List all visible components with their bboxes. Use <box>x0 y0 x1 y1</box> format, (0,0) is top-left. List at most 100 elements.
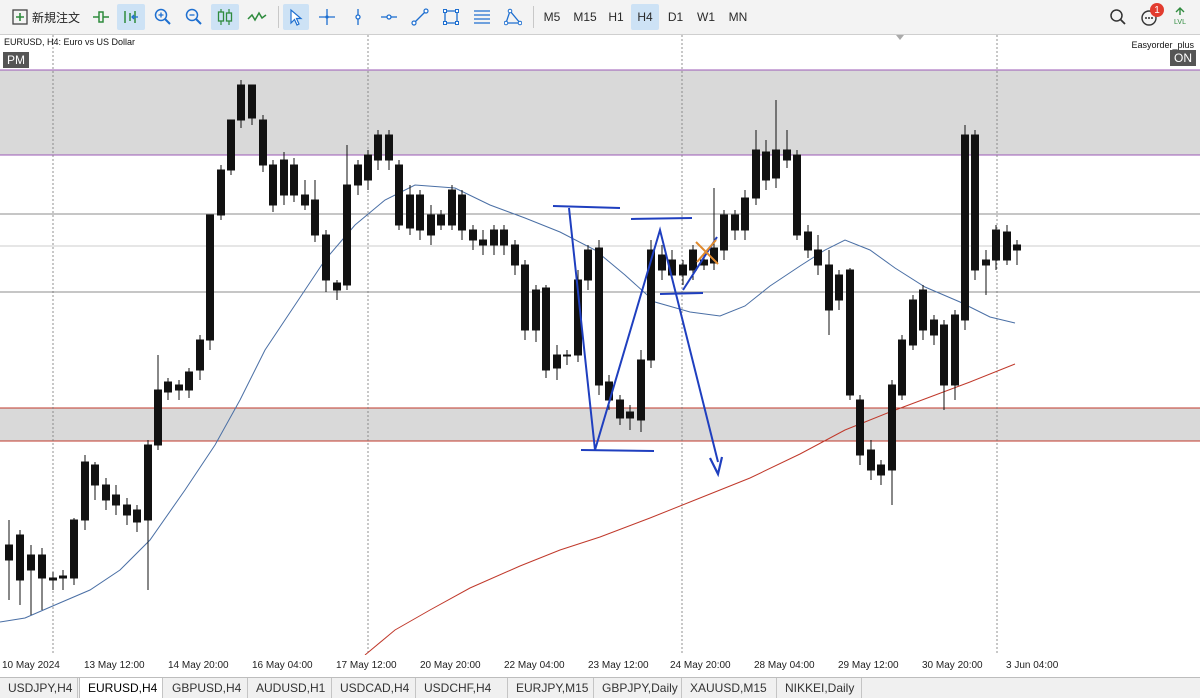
bear-candle <box>783 149 791 161</box>
time-label: 24 May 20:00 <box>670 660 731 671</box>
bear-candle <box>867 449 875 471</box>
bear-candle <box>1003 231 1011 261</box>
bear-candle <box>217 169 225 216</box>
bear-candle <box>532 289 540 331</box>
tab-eurusd-h4[interactable]: EURUSD,H4 <box>79 678 163 698</box>
bear-candle <box>951 314 959 386</box>
depth-of-market-button[interactable] <box>88 4 114 30</box>
bear-candle <box>563 354 571 357</box>
bear-candle <box>59 575 67 579</box>
bear-candle <box>259 119 267 166</box>
candles-button[interactable] <box>211 4 239 30</box>
bear-candle <box>416 194 424 231</box>
bear-candle <box>511 244 519 266</box>
auto-scroll-button[interactable] <box>117 4 145 30</box>
cursor-icon <box>290 8 303 26</box>
vertical-line-icon <box>355 9 361 25</box>
tab-gbpusd-h4[interactable]: GBPUSD,H4 <box>164 678 248 698</box>
bear-candle <box>196 339 204 371</box>
crosshair-button[interactable] <box>314 4 340 30</box>
bear-candle <box>888 384 896 471</box>
lvl-icon: LVL <box>1174 7 1186 26</box>
horizontal-line-button[interactable] <box>376 4 402 30</box>
time-label: 10 May 2024 <box>2 660 60 671</box>
zoom-out-button[interactable] <box>181 4 207 30</box>
bear-candle <box>385 134 393 161</box>
tab-usdcad-h4[interactable]: USDCAD,H4 <box>332 678 416 698</box>
bear-candle <box>469 229 477 241</box>
vertical-line-button[interactable] <box>345 4 371 30</box>
search-button[interactable] <box>1105 4 1131 30</box>
chart-shift-marker <box>896 35 904 40</box>
bear-candle <box>720 214 728 251</box>
bear-candle <box>16 534 24 581</box>
bear-candle <box>164 381 172 393</box>
rectangle-button[interactable] <box>438 4 464 30</box>
trendline-button[interactable] <box>407 4 433 30</box>
bear-candle <box>731 214 739 231</box>
bear-candle <box>971 134 979 271</box>
tab-usdchf-h4[interactable]: USDCHF,H4 <box>416 678 508 698</box>
tab-audusd-h1[interactable]: AUDUSD,H1 <box>248 678 332 698</box>
fibonacci-icon <box>474 10 490 24</box>
bear-candle <box>772 149 780 179</box>
bear-candle <box>961 134 969 321</box>
timeframe-m15[interactable]: M15 <box>569 4 601 30</box>
crosshair-icon <box>319 9 335 25</box>
bear-candle <box>343 184 351 286</box>
symbol-info: EURUSD, H4: Euro vs US Dollar <box>4 37 136 47</box>
bear-candle <box>521 264 529 331</box>
toolbar: 新規注文 M5 M15 H1 H4 D1 W1 MN 1 LVL <box>0 0 1200 35</box>
pm-badge: PM <box>3 52 29 68</box>
bear-candle <box>982 259 990 266</box>
notification-badge: 1 <box>1150 3 1164 17</box>
time-label: 23 May 12:00 <box>588 660 649 671</box>
tab-gbpjpy-daily[interactable]: GBPJPY,Daily <box>594 678 682 698</box>
bear-candle <box>752 149 760 199</box>
bottom-line <box>580 449 655 452</box>
lvl-button[interactable]: LVL <box>1167 4 1193 30</box>
bear-candle <box>877 464 885 476</box>
price-chart[interactable] <box>0 35 1200 655</box>
tab-nikkei-daily[interactable]: NIKKEI,Daily <box>777 678 862 698</box>
new-order-label: 新規注文 <box>32 10 81 25</box>
bear-candle <box>804 231 812 251</box>
timeframe-d1[interactable]: D1 <box>662 4 689 30</box>
bear-candle <box>814 249 822 266</box>
bear-candle <box>793 154 801 236</box>
time-label: 30 May 20:00 <box>922 660 983 671</box>
bear-candle <box>992 229 1000 261</box>
shapes-button[interactable] <box>500 4 526 30</box>
tab-usdjpy-h4[interactable]: USDJPY,H4 <box>0 678 78 698</box>
bear-candle <box>301 194 309 206</box>
tab-xauusd-m15[interactable]: XAUUSD,M15 <box>682 678 777 698</box>
bear-candle <box>5 544 13 561</box>
timeframe-h1[interactable]: H1 <box>603 4 629 30</box>
bear-candle <box>185 371 193 391</box>
bear-candle <box>91 464 99 486</box>
new-order-button[interactable]: 新規注文 <box>8 4 84 30</box>
bear-candle <box>248 84 256 119</box>
cursor-tool-button[interactable] <box>283 4 309 30</box>
time-label: 28 May 04:00 <box>754 660 815 671</box>
time-label: 14 May 20:00 <box>168 660 229 671</box>
line-chart-button[interactable] <box>244 4 270 30</box>
bear-candle <box>133 509 141 523</box>
time-label: 20 May 20:00 <box>420 660 481 671</box>
zoom-in-icon <box>154 8 171 25</box>
tab-eurjpy-m15[interactable]: EURJPY,M15 <box>508 678 594 698</box>
bear-candle <box>322 234 330 281</box>
timeframe-m5[interactable]: M5 <box>538 4 566 30</box>
bear-candle <box>542 287 550 371</box>
bear-candle <box>626 411 634 419</box>
fibonacci-button[interactable] <box>469 4 495 30</box>
on-badge: ON <box>1170 50 1196 66</box>
time-label: 29 May 12:00 <box>838 660 899 671</box>
zoom-in-button[interactable] <box>150 4 176 30</box>
timeframe-mn[interactable]: MN <box>723 4 753 30</box>
timeframe-w1[interactable]: W1 <box>692 4 720 30</box>
timeframe-h4[interactable]: H4 <box>631 4 659 30</box>
top-line-2 <box>630 217 693 220</box>
bear-candle <box>490 229 498 246</box>
time-label: 16 May 04:00 <box>252 660 313 671</box>
